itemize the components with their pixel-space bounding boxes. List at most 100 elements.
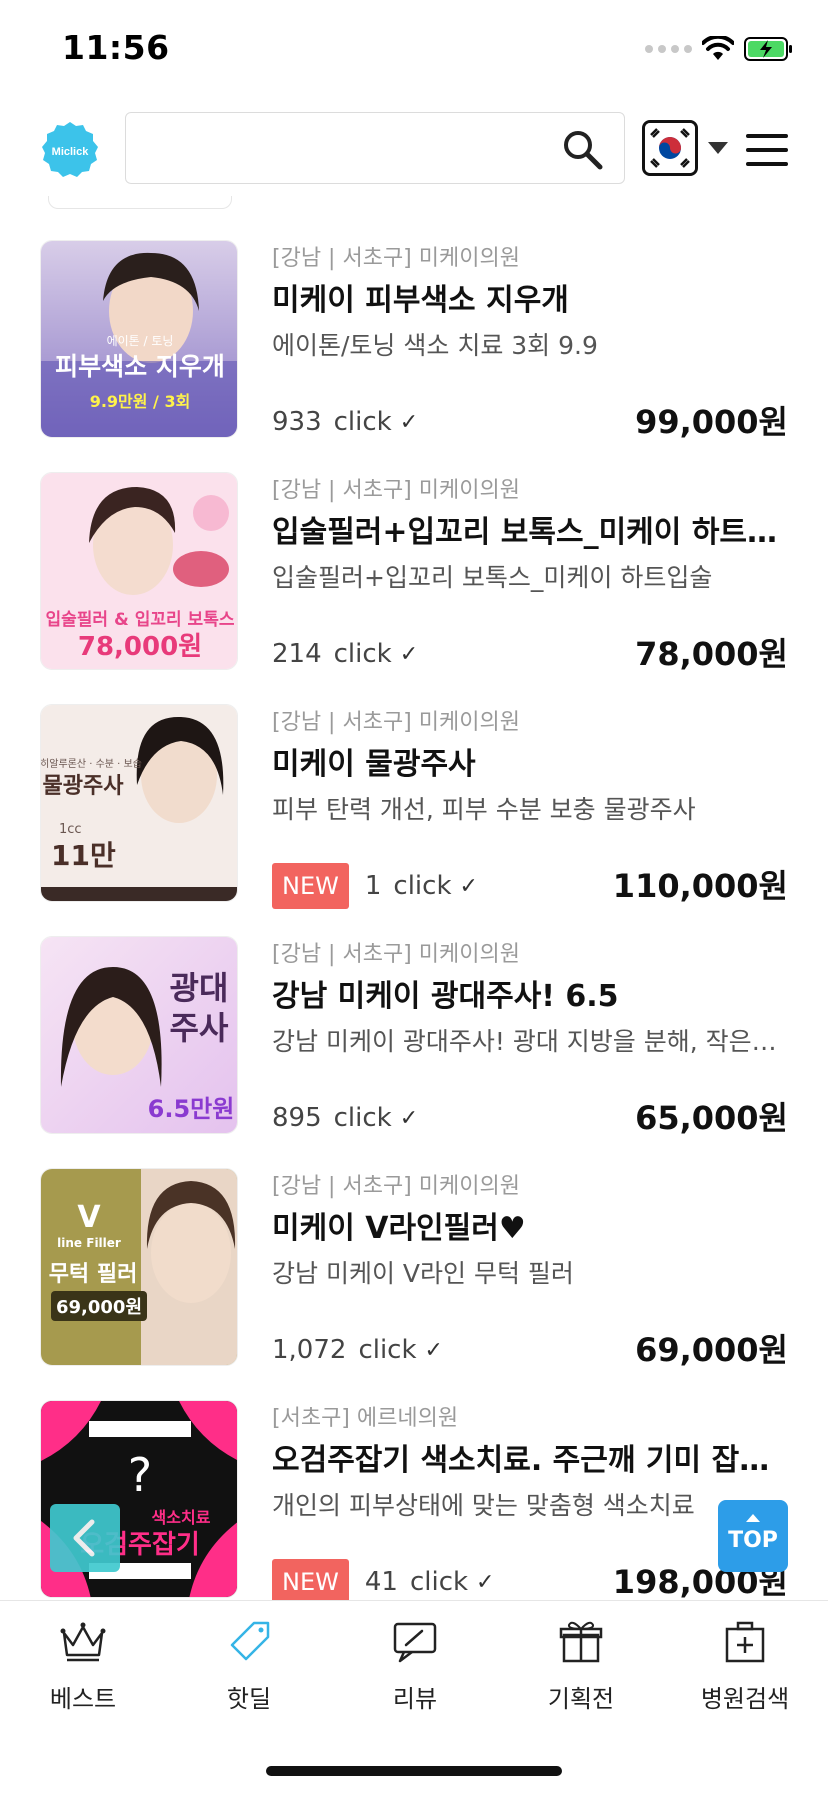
deal-item[interactable]: 에이톤 / 토닝 피부색소 지우개 9.9만원 / 3회 [강남 | 서초구] … <box>0 228 828 460</box>
click-count-value: 1,072 <box>272 1335 347 1365</box>
battery-charging-icon <box>744 37 792 61</box>
miclick-logo[interactable]: Miclick <box>40 120 100 180</box>
search-icon[interactable] <box>560 127 604 171</box>
nav-label: 병원검색 <box>700 1685 790 1713</box>
click-label: click <box>333 639 392 669</box>
deal-item[interactable]: 입술필러 & 입꼬리 보톡스 78,000원 [강남 | 서초구] 미케이의원 … <box>0 460 828 692</box>
south-korea-flag-icon <box>645 123 695 173</box>
check-icon: ✓ <box>399 409 419 435</box>
crown-icon <box>60 1622 106 1662</box>
chevron-down-icon[interactable] <box>708 142 728 154</box>
check-icon: ✓ <box>476 1569 495 1595</box>
deal-subtitle: 피부 탄력 개선, 피부 수분 보충 물광주사 <box>272 795 696 824</box>
bottom-nav: 베스트 핫딜 리뷰 기획전 병원검색 <box>0 1600 828 1793</box>
click-label: click <box>333 407 392 437</box>
click-count: 933 click ✓ <box>272 398 418 446</box>
nav-label: 핫딜 <box>226 1685 272 1713</box>
check-icon: ✓ <box>399 1105 419 1131</box>
home-indicator <box>266 1766 562 1776</box>
nav-item-special[interactable]: 기획전 <box>498 1619 664 1714</box>
check-icon: ✓ <box>459 873 478 899</box>
nav-item-review[interactable]: 리뷰 <box>332 1619 498 1714</box>
search-input[interactable] <box>140 125 544 173</box>
deal-thumbnail[interactable]: 히알루론산 · 수분 · 보습 물광주사 1cc 11만 <box>40 704 238 902</box>
click-label: click <box>393 871 452 901</box>
svg-text:11만: 11만 <box>51 839 116 872</box>
deal-price: 65,000원 <box>635 1099 788 1137</box>
search-box[interactable] <box>125 112 625 184</box>
deal-price: 110,000원 <box>612 867 788 905</box>
svg-text:에이톤 / 토닝: 에이톤 / 토닝 <box>107 334 174 348</box>
deal-item[interactable]: V line Filler 무턱 필러 69,000원 [강남 | 서초구] 미… <box>0 1156 828 1388</box>
deal-subtitle: 에이톤/토닝 색소 치료 3회 9.9 <box>272 331 598 360</box>
click-count: 895 click ✓ <box>272 1094 418 1142</box>
chevron-left-icon <box>73 1519 95 1557</box>
deal-subtitle: 입술필러+입꼬리 보톡스_미케이 하트입술 <box>272 563 713 592</box>
nav-item-best[interactable]: 베스트 <box>0 1619 166 1714</box>
deal-thumbnail[interactable]: 입술필러 & 입꼬리 보톡스 78,000원 <box>40 472 238 670</box>
scroll-top-label: TOP <box>728 1528 778 1553</box>
deal-price: 69,000원 <box>635 1331 788 1369</box>
svg-text:V: V <box>77 1200 101 1235</box>
deal-price: 78,000원 <box>635 635 788 673</box>
nav-item-hotdeal[interactable]: 핫딜 <box>166 1619 332 1714</box>
svg-text:히알루론산 · 수분 · 보습: 히알루론산 · 수분 · 보습 <box>41 758 142 770</box>
svg-text:1cc: 1cc <box>59 822 82 837</box>
deal-location: [강남 | 서초구] 미케이의원 <box>272 1174 520 1199</box>
deal-title[interactable]: 미케이 피부색소 지우개 <box>272 276 788 326</box>
deal-location: [강남 | 서초구] 미케이의원 <box>272 710 520 735</box>
deal-location: [강남 | 서초구] 미케이의원 <box>272 246 520 271</box>
deal-bottom-row: 895 click ✓ 65,000원 <box>272 1094 788 1142</box>
scroll-top-button[interactable]: TOP <box>718 1500 788 1572</box>
deal-price: 99,000원 <box>635 403 788 441</box>
deal-location: [강남 | 서초구] 미케이의원 <box>272 478 520 503</box>
deal-item[interactable]: 광대 주사 6.5만원 [강남 | 서초구] 미케이의원 강남 미케이 광대주사… <box>0 924 828 1156</box>
click-count-value: 1 <box>364 871 382 901</box>
deal-title[interactable]: 입술필러+입꼬리 보톡스_미케이 하트… <box>272 508 788 558</box>
svg-text:피부색소 지우개: 피부색소 지우개 <box>55 352 225 381</box>
new-badge: NEW <box>272 1559 349 1605</box>
nav-label: 베스트 <box>49 1685 117 1713</box>
logo-text: Miclick <box>52 146 90 158</box>
nav-item-hospital-search[interactable]: 병원검색 <box>662 1619 828 1714</box>
deal-info: [강남 | 서초구] 미케이의원 미케이 피부색소 지우개 에이톤/토닝 색소 … <box>272 242 788 441</box>
deal-title[interactable]: 미케이 물광주사 <box>272 740 788 790</box>
click-count-value: 933 <box>272 407 322 437</box>
back-button[interactable] <box>50 1504 120 1572</box>
deal-info: [서초구] 에르네의원 오검주잡기 색소치료. 주근깨 기미 잡티 … 개인의 … <box>272 1402 788 1605</box>
svg-text:주사: 주사 <box>170 1009 229 1047</box>
review-pen-icon <box>393 1622 437 1663</box>
gift-icon <box>559 1621 603 1663</box>
nav-label: 기획전 <box>547 1685 615 1713</box>
category-tab-edge <box>48 196 232 209</box>
deal-title[interactable]: 오검주잡기 색소치료. 주근깨 기미 잡티 … <box>272 1436 788 1486</box>
check-icon: ✓ <box>424 1337 443 1363</box>
app-header: Miclick <box>0 100 828 200</box>
deal-item[interactable]: 히알루론산 · 수분 · 보습 물광주사 1cc 11만 [강남 | 서초구] … <box>0 692 828 924</box>
deal-bottom-row: 214 click ✓ 78,000원 <box>272 630 788 678</box>
svg-text:69,000원: 69,000원 <box>56 1297 142 1318</box>
new-badge: NEW <box>272 863 349 909</box>
deal-title[interactable]: 미케이 V라인필러♥ <box>272 1204 788 1254</box>
svg-text:9.9만원 / 3회: 9.9만원 / 3회 <box>90 392 191 411</box>
click-count: 1,072 click ✓ <box>272 1326 443 1374</box>
hospital-icon <box>725 1621 765 1663</box>
deal-bottom-row: 1,072 click ✓ 69,000원 <box>272 1326 788 1374</box>
hamburger-menu-icon[interactable] <box>746 134 788 166</box>
deal-thumbnail[interactable]: 광대 주사 6.5만원 <box>40 936 238 1134</box>
deal-list: 에이톤 / 토닝 피부색소 지우개 9.9만원 / 3회 [강남 | 서초구] … <box>0 228 828 1620</box>
svg-text:색소치료: 색소치료 <box>152 1508 211 1527</box>
deal-thumbnail[interactable]: 에이톤 / 토닝 피부색소 지우개 9.9만원 / 3회 <box>40 240 238 438</box>
nav-label: 리뷰 <box>392 1685 438 1713</box>
deal-subtitle: 강남 미케이 V라인 무턱 필러 <box>272 1259 574 1288</box>
click-count-value: 895 <box>272 1103 322 1133</box>
click-count: NEW 1 click ✓ <box>272 862 478 910</box>
deal-info: [강남 | 서초구] 미케이의원 미케이 V라인필러♥ 강남 미케이 V라인 무… <box>272 1170 788 1369</box>
language-flag-button[interactable] <box>642 120 698 176</box>
deal-item[interactable]: ? 색소치료 오검주잡기 [서초구] 에르네의원 오검주잡기 색소치료. 주근깨… <box>0 1388 828 1620</box>
click-count-value: 214 <box>272 639 322 669</box>
deal-title[interactable]: 강남 미케이 광대주사! 6.5 <box>272 972 788 1022</box>
deal-thumbnail[interactable]: V line Filler 무턱 필러 69,000원 <box>40 1168 238 1366</box>
click-label: click <box>358 1335 417 1365</box>
deal-subtitle: 개인의 피부상태에 맞는 맞춤형 색소치료 <box>272 1491 695 1520</box>
